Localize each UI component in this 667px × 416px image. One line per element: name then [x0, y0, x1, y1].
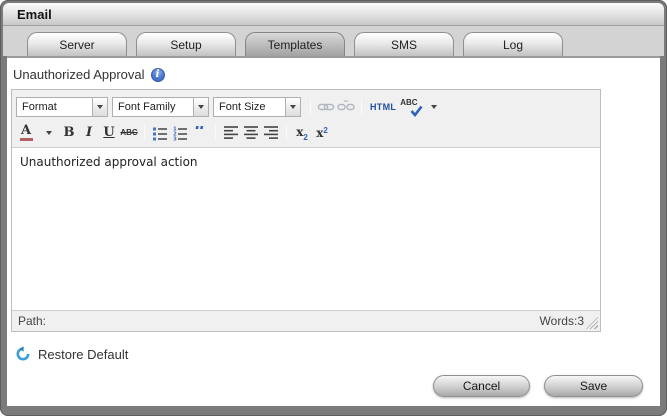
toolbar-separator	[144, 124, 145, 141]
remove-link-button[interactable]	[336, 97, 356, 117]
toolbar-separator	[215, 124, 216, 141]
toolbar-row-2: A B I U ABC 1 2 3 “ x2 x2	[16, 120, 596, 145]
tab-setup[interactable]: Setup	[136, 32, 236, 56]
format-dropdown[interactable]: Format	[16, 96, 108, 117]
blockquote-button[interactable]: “	[190, 123, 210, 143]
template-name-row: Unauthorized Approval	[13, 67, 165, 82]
chevron-down-icon[interactable]	[193, 97, 208, 116]
underline-button[interactable]: U	[99, 123, 119, 143]
svg-text:3: 3	[173, 136, 177, 141]
font-color-menu-button[interactable]	[39, 123, 59, 143]
tab-strip: Server Setup Templates SMS Log	[3, 26, 664, 56]
tab-label: Server	[59, 37, 95, 52]
font-size-dropdown[interactable]: Font Size	[213, 96, 301, 117]
underline-icon: U	[103, 125, 115, 140]
window-title: Email	[17, 6, 52, 22]
html-source-icon: HTML	[370, 101, 397, 112]
editor-statusbar: Path: Words:3	[12, 310, 600, 331]
subscript-button[interactable]: x2	[292, 123, 312, 143]
toolbar-separator	[310, 98, 311, 115]
tab-log[interactable]: Log	[463, 32, 563, 56]
tab-server[interactable]: Server	[27, 32, 127, 56]
align-right-button[interactable]	[261, 123, 281, 143]
resize-handle-icon[interactable]	[586, 317, 598, 329]
tab-label: Setup	[170, 37, 202, 52]
strikethrough-icon: ABC	[120, 128, 138, 137]
info-icon[interactable]	[150, 67, 165, 82]
spellcheck-icon: ABC	[399, 97, 423, 117]
unordered-list-icon	[153, 127, 167, 140]
restore-default-label: Restore Default	[38, 346, 129, 362]
bold-button[interactable]: B	[59, 123, 79, 143]
subscript-icon: x2	[296, 125, 308, 142]
chevron-down-icon[interactable]	[285, 97, 300, 116]
font-color-icon: A	[19, 124, 33, 141]
tab-label: SMS	[390, 37, 417, 52]
restore-default-button[interactable]: Restore Default	[15, 346, 128, 362]
cancel-button[interactable]: Cancel	[433, 375, 530, 397]
align-center-button[interactable]	[241, 123, 261, 143]
chevron-down-icon[interactable]	[92, 97, 107, 116]
chevron-down-icon	[46, 130, 52, 135]
superscript-button[interactable]: x2	[312, 123, 332, 143]
superscript-icon: x2	[316, 125, 328, 140]
align-left-icon	[224, 126, 238, 139]
numbered-list-button[interactable]: 1 2 3	[170, 123, 190, 143]
tab-label: Log	[502, 37, 524, 52]
toolbar-separator	[361, 98, 362, 115]
path-label: Path:	[18, 314, 47, 328]
restore-default-icon	[16, 346, 30, 361]
strikethrough-button[interactable]: ABC	[119, 123, 139, 143]
bullet-list-button[interactable]	[150, 123, 170, 143]
toolbar-row-1: Format Font Family Font Size HTML ABC	[16, 93, 596, 120]
chevron-down-icon	[431, 104, 438, 109]
font-family-dropdown-value: Font Family	[118, 100, 176, 113]
spellcheck-button[interactable]: ABC	[399, 97, 423, 117]
bold-icon: B	[63, 125, 75, 140]
ordered-list-icon: 1 2 3	[173, 126, 187, 141]
font-family-dropdown[interactable]: Font Family	[112, 96, 209, 117]
tab-sms[interactable]: SMS	[354, 32, 454, 56]
html-source-button[interactable]: HTML	[367, 97, 399, 117]
align-left-button[interactable]	[221, 123, 241, 143]
font-size-dropdown-value: Font Size	[219, 100, 266, 113]
save-button[interactable]: Save	[544, 375, 643, 397]
italic-icon: I	[85, 125, 93, 140]
format-dropdown-value: Format	[22, 100, 57, 113]
font-color-button[interactable]: A	[16, 123, 36, 143]
spellcheck-menu-button[interactable]	[424, 97, 444, 117]
action-buttons: Cancel Save	[433, 375, 643, 397]
insert-link-button[interactable]	[316, 97, 336, 117]
email-settings-window: Email Server Setup Templates SMS Log Una…	[0, 0, 667, 416]
template-name-label: Unauthorized Approval	[13, 67, 145, 82]
link-icon	[317, 103, 335, 110]
align-center-icon	[244, 126, 258, 139]
toolbar-separator	[286, 124, 287, 141]
editor-toolbar: Format Font Family Font Size HTML ABC A …	[12, 90, 600, 148]
editor-body[interactable]: Unauthorized approval action	[12, 148, 600, 310]
window-titlebar: Email	[3, 3, 664, 26]
word-count: Words:3	[539, 314, 584, 328]
tab-templates[interactable]: Templates	[245, 32, 345, 56]
unlink-icon	[337, 99, 355, 110]
blockquote-icon: “	[194, 125, 206, 140]
rich-text-editor: Format Font Family Font Size HTML ABC A …	[11, 89, 601, 332]
italic-button[interactable]: I	[79, 123, 99, 143]
templates-panel: Unauthorized Approval Format Font Family…	[7, 56, 660, 406]
tab-label: Templates	[267, 37, 323, 52]
align-right-icon	[264, 126, 278, 139]
